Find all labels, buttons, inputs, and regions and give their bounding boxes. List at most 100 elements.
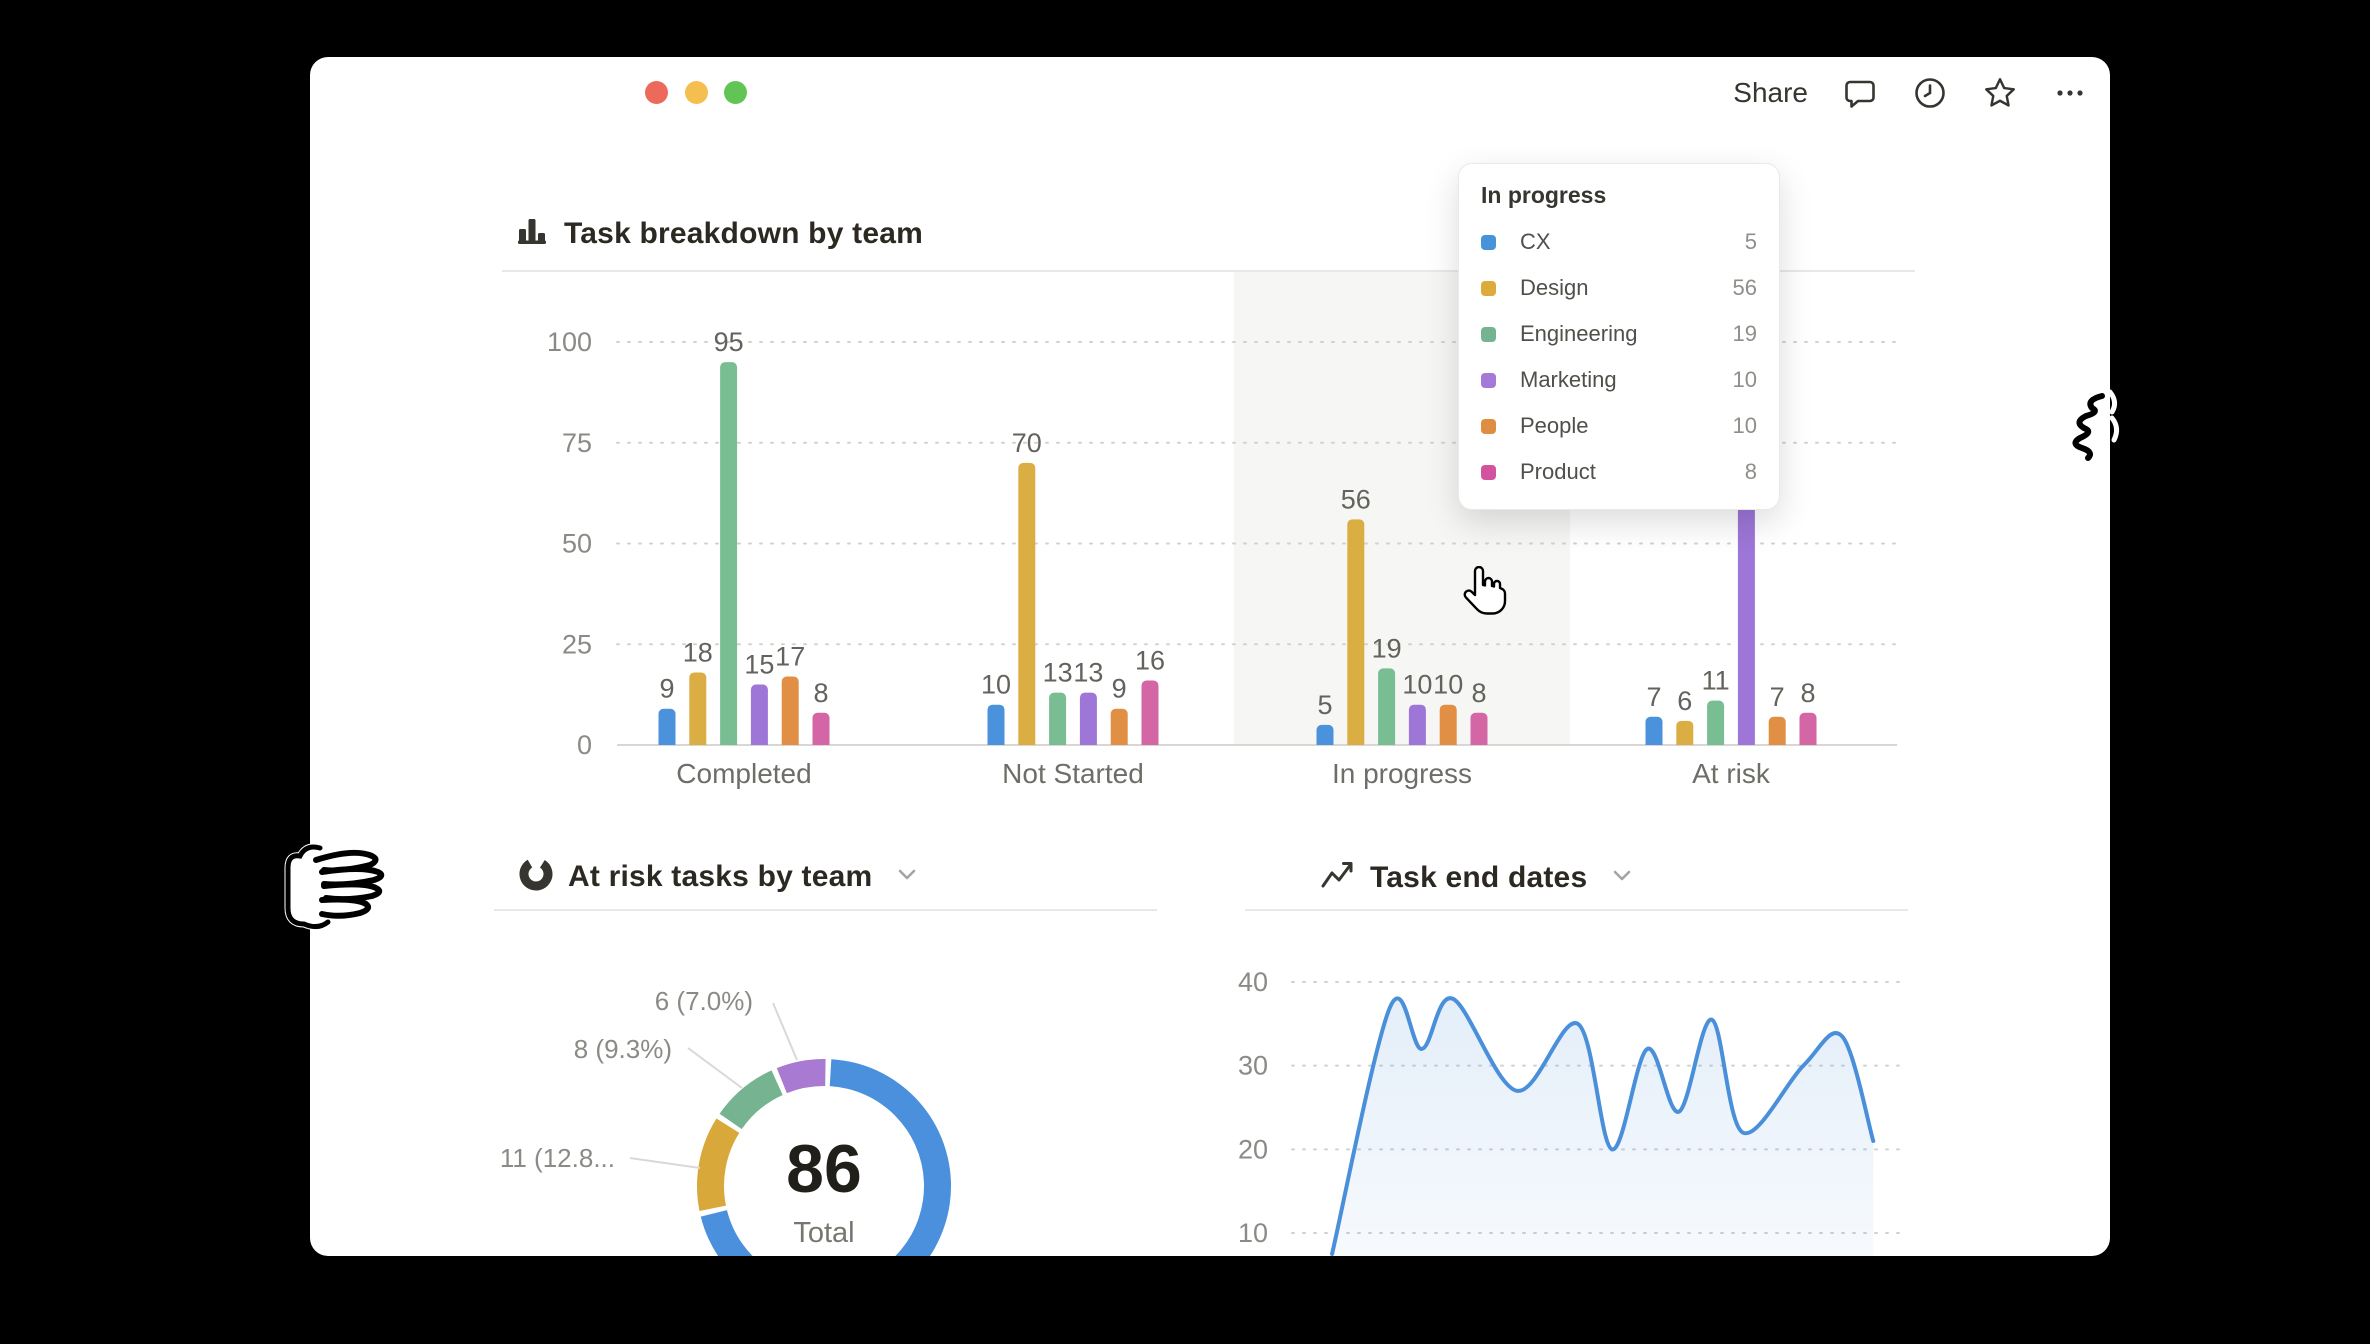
- donut-section-divider: [494, 909, 1157, 911]
- donut-center: 86 Total: [724, 1135, 924, 1250]
- star-icon[interactable]: [1982, 75, 2018, 111]
- y-axis-tick-label: 30: [1238, 1051, 1268, 1081]
- callout-leader-line: [773, 1003, 797, 1060]
- tooltip-row-value: 19: [1733, 321, 1757, 347]
- series-color-swatch: [1481, 465, 1496, 480]
- series-color-swatch: [1481, 373, 1496, 388]
- bar-value-label: 7: [1646, 682, 1661, 712]
- bar-value-label: 8: [1471, 678, 1486, 708]
- chevron-down-icon[interactable]: [1609, 862, 1635, 893]
- donut-total-label: Total: [724, 1217, 924, 1250]
- trend-line[interactable]: [1332, 998, 1873, 1254]
- tooltip-row-label: Engineering: [1520, 321, 1733, 347]
- y-axis-tick-label: 25: [562, 629, 592, 659]
- tooltip-row: CX5: [1481, 219, 1757, 265]
- tooltip-row: Engineering19: [1481, 311, 1757, 357]
- tooltip-row: Marketing10: [1481, 357, 1757, 403]
- bar-engineering[interactable]: [720, 362, 737, 753]
- tooltip-row-label: Marketing: [1520, 367, 1733, 393]
- y-axis-tick-label: 0: [577, 730, 592, 760]
- bar-value-label: 70: [1012, 428, 1042, 458]
- bar-design[interactable]: [1347, 519, 1364, 753]
- bar-value-label: 13: [1043, 658, 1073, 688]
- window-close-button[interactable]: [645, 81, 668, 104]
- line-chart-title: Task end dates: [1370, 861, 1587, 895]
- toolbar: Share: [1733, 71, 2088, 115]
- bar-product[interactable]: [1800, 713, 1817, 753]
- bar-marketing[interactable]: [751, 685, 768, 753]
- bar-design[interactable]: [1018, 463, 1035, 753]
- bar-cx[interactable]: [659, 709, 676, 753]
- tooltip-row-label: People: [1520, 413, 1733, 439]
- bar-people[interactable]: [1111, 709, 1128, 753]
- donut-chart-title: At risk tasks by team: [568, 860, 872, 894]
- x-axis-category-label: In progress: [1332, 758, 1472, 789]
- x-axis-category-label: At risk: [1692, 758, 1771, 789]
- tooltip-row-value: 8: [1745, 459, 1757, 485]
- bar-marketing[interactable]: [1409, 705, 1426, 753]
- area-fill: [1332, 998, 1873, 1256]
- tooltip-row-value: 5: [1745, 229, 1757, 255]
- bar-design[interactable]: [1676, 721, 1693, 753]
- bar-marketing[interactable]: [1080, 693, 1097, 753]
- donut-slice[interactable]: [777, 1059, 826, 1093]
- bar-value-label: 9: [659, 674, 674, 704]
- window-zoom-button[interactable]: [724, 81, 747, 104]
- y-axis-tick-label: 10: [1238, 1218, 1268, 1248]
- bar-marketing[interactable]: [1738, 503, 1755, 753]
- donut-slice[interactable]: [720, 1070, 783, 1129]
- bar-value-label: 95: [714, 327, 744, 357]
- bar-value-label: 18: [683, 637, 713, 667]
- y-axis-tick-label: 20: [1238, 1134, 1268, 1164]
- donut-chart-header: At risk tasks by team: [518, 856, 920, 897]
- line-chart-header: Task end dates: [1318, 856, 1635, 899]
- more-ellipsis-icon[interactable]: [2052, 75, 2088, 111]
- donut-chart-icon: [518, 856, 554, 897]
- bar-value-label: 17: [775, 641, 805, 671]
- bar-cx[interactable]: [1646, 717, 1663, 753]
- y-axis-tick-label: 40: [1238, 967, 1268, 997]
- bar-value-label: 7: [1770, 682, 1785, 712]
- app-window: Share: [310, 57, 2110, 1256]
- line-chart-icon: [1318, 856, 1356, 899]
- donut-callout-label: 8 (9.3%): [412, 1034, 672, 1065]
- x-axis-category-label: Completed: [676, 758, 811, 789]
- donut-callout-label: 11 (12.8...: [355, 1143, 615, 1174]
- bar-people[interactable]: [782, 676, 799, 753]
- bar-product[interactable]: [1142, 681, 1159, 753]
- y-axis-tick-label: 100: [547, 327, 592, 357]
- bar-engineering[interactable]: [1378, 668, 1395, 753]
- bar-people[interactable]: [1440, 705, 1457, 753]
- bar-value-label: 8: [1800, 678, 1815, 708]
- bar-cx[interactable]: [1317, 725, 1334, 753]
- bar-engineering[interactable]: [1707, 701, 1724, 753]
- tooltip-row: People10: [1481, 403, 1757, 449]
- comment-icon[interactable]: [1842, 75, 1878, 111]
- chevron-down-icon[interactable]: [894, 861, 920, 892]
- tooltip-row-value: 10: [1733, 367, 1757, 393]
- bar-value-label: 6: [1677, 686, 1692, 716]
- bar-value-label: 5: [1317, 690, 1332, 720]
- bar-cx[interactable]: [988, 705, 1005, 753]
- bar-chart-icon: [514, 213, 550, 254]
- window-minimize-button[interactable]: [685, 81, 708, 104]
- bar-product[interactable]: [1471, 713, 1488, 753]
- y-axis-tick-label: 50: [562, 529, 592, 559]
- bar-product[interactable]: [813, 713, 830, 753]
- screen: Share: [0, 0, 2370, 1344]
- bar-value-label: 8: [813, 678, 828, 708]
- history-clock-icon[interactable]: [1912, 75, 1948, 111]
- tooltip-row-value: 10: [1733, 413, 1757, 439]
- line-section-divider: [1245, 909, 1908, 911]
- bar-value-label: 13: [1073, 658, 1103, 688]
- y-axis-tick-label: 75: [562, 428, 592, 458]
- bar-people[interactable]: [1769, 717, 1786, 753]
- bar-value-label: 10: [1402, 670, 1432, 700]
- bar-design[interactable]: [689, 672, 706, 753]
- bar-value-label: 11: [1702, 666, 1730, 696]
- tooltip-row: Product8: [1481, 449, 1757, 495]
- bar-engineering[interactable]: [1049, 693, 1066, 753]
- tooltip-row-label: Product: [1520, 459, 1745, 485]
- share-button[interactable]: Share: [1733, 77, 1808, 109]
- series-color-swatch: [1481, 235, 1496, 250]
